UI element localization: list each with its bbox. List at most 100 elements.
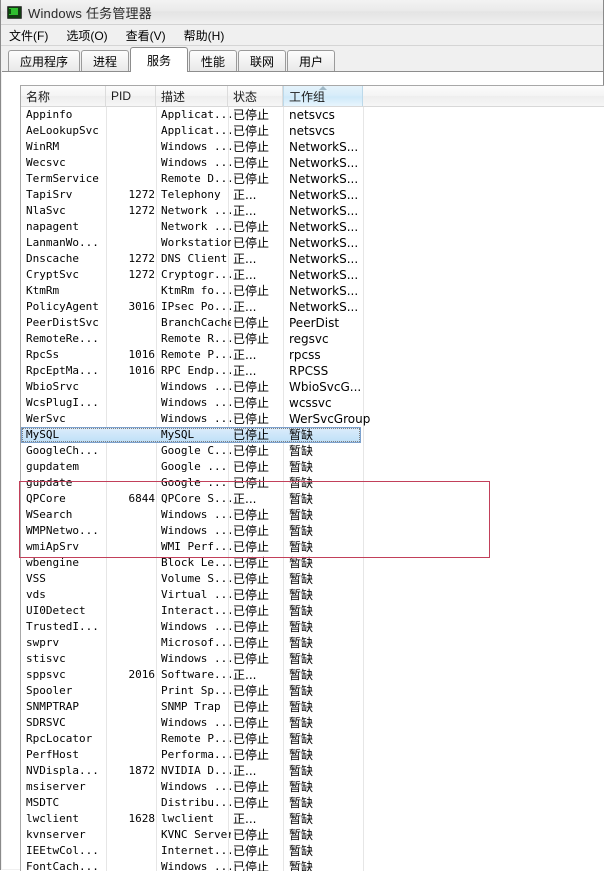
cell-service-name: gupdatem xyxy=(26,460,79,473)
table-row[interactable]: Wecsvc Windows ... 已停止 NetworkS... xyxy=(21,155,604,171)
cell-group: 暂缺 xyxy=(289,732,314,746)
table-row[interactable]: vds Virtual ... 已停止 暂缺 xyxy=(21,587,604,603)
table-row[interactable]: Spooler Print Sp... 已停止 暂缺 xyxy=(21,683,604,699)
table-row[interactable]: MySQL MySQL 已停止 暂缺 xyxy=(21,427,604,443)
table-row[interactable]: RpcEptMa... 1016 RPC Endp... 正... RPCSS xyxy=(21,363,604,379)
table-row[interactable]: PeerDistSvc BranchCache 已停止 PeerDist xyxy=(21,315,604,331)
table-row[interactable]: IEEtwCol... Internet... 已停止 暂缺 xyxy=(21,843,604,859)
cell-description: Remote R... xyxy=(161,332,231,345)
cell-status: 已停止 xyxy=(233,476,270,490)
table-row[interactable]: WcsPlugI... Windows ... 已停止 wcssvc xyxy=(21,395,604,411)
table-row[interactable]: KtmRm KtmRm fo... 已停止 NetworkS... xyxy=(21,283,604,299)
cell-pid xyxy=(111,475,155,491)
cell-service-name: PeerDistSvc xyxy=(26,316,99,329)
table-row[interactable]: WSearch Windows ... 已停止 暂缺 xyxy=(21,507,604,523)
table-row[interactable]: TermService Remote D... 已停止 NetworkS... xyxy=(21,171,604,187)
cell-description: Remote P... xyxy=(161,732,231,745)
menu-bar: 文件(F) 选项(O) 查看(V) 帮助(H) xyxy=(1,25,603,45)
table-row[interactable]: RpcSs 1016 Remote P... 正... rpcss xyxy=(21,347,604,363)
table-row[interactable]: PerfHost Performa... 已停止 暂缺 xyxy=(21,747,604,763)
table-row[interactable]: NVDispla... 1872 NVIDIA D... 正... 暂缺 xyxy=(21,763,604,779)
cell-group: 暂缺 xyxy=(289,444,314,458)
table-row[interactable]: GoogleCh... Google C... 已停止 暂缺 xyxy=(21,443,604,459)
table-row[interactable]: WMPNetwo... Windows ... 已停止 暂缺 xyxy=(21,523,604,539)
table-row[interactable]: TrustedI... Windows ... 已停止 暂缺 xyxy=(21,619,604,635)
tab-users[interactable]: 用户 xyxy=(287,50,335,71)
table-row[interactable]: WinRM Windows ... 已停止 NetworkS... xyxy=(21,139,604,155)
table-row[interactable]: gupdate Google ... 已停止 暂缺 xyxy=(21,475,604,491)
tab-applications[interactable]: 应用程序 xyxy=(8,50,80,71)
table-row[interactable]: MSDTC Distribu... 已停止 暂缺 xyxy=(21,795,604,811)
cell-status: 已停止 xyxy=(233,316,270,330)
table-row[interactable]: LanmanWo... Workstation 已停止 NetworkS... xyxy=(21,235,604,251)
table-row[interactable]: SDRSVC Windows ... 已停止 暂缺 xyxy=(21,715,604,731)
table-row[interactable]: Appinfo Applicat... 已停止 netsvcs xyxy=(21,107,604,123)
cell-service-name: AeLookupSvc xyxy=(26,124,99,137)
cell-pid xyxy=(111,699,155,715)
cell-description: Block Le... xyxy=(161,556,231,569)
table-row[interactable]: VSS Volume S... 已停止 暂缺 xyxy=(21,571,604,587)
table-row[interactable]: RemoteRe... Remote R... 已停止 regsvc xyxy=(21,331,604,347)
cell-service-name: WinRM xyxy=(26,140,60,153)
cell-status: 已停止 xyxy=(233,380,270,394)
cell-service-name: WbioSrvc xyxy=(26,380,79,393)
table-row[interactable]: WerSvc Windows ... 已停止 WerSvcGroup xyxy=(21,411,604,427)
table-row[interactable]: PolicyAgent 3016 IPsec Po... 正... NetworkS..… xyxy=(21,299,604,315)
cell-service-name: MySQL xyxy=(26,428,60,441)
column-header-name[interactable]: 名称 xyxy=(21,86,106,106)
cell-pid: 2016 xyxy=(128,668,156,681)
cell-description: Windows ... xyxy=(161,396,231,409)
table-row[interactable]: FontCach... Windows ... 已停止 暂缺 xyxy=(21,859,604,871)
tab-performance[interactable]: 性能 xyxy=(189,50,237,71)
menu-item-help[interactable]: 帮助(H) xyxy=(184,26,234,45)
menu-item-view[interactable]: 查看(V) xyxy=(126,26,175,45)
table-row[interactable]: CryptSvc 1272 Cryptogr... 正... NetworkS... xyxy=(21,267,604,283)
cell-status: 正... xyxy=(233,300,257,314)
table-row[interactable]: AeLookupSvc Applicat... 已停止 netsvcs xyxy=(21,123,604,139)
cell-service-name: VSS xyxy=(26,572,46,585)
cell-service-name: LanmanWo... xyxy=(26,236,99,249)
table-row[interactable]: wbengine Block Le... 已停止 暂缺 xyxy=(21,555,604,571)
table-row[interactable]: gupdatem Google ... 已停止 暂缺 xyxy=(21,459,604,475)
services-list[interactable]: 名称 PID 描述 状态 工作组 Appinfo Applicat... 已停止 ne… xyxy=(20,85,604,871)
table-row[interactable]: kvnserver KVNC Server 已停止 暂缺 xyxy=(21,827,604,843)
column-header-status[interactable]: 状态 xyxy=(228,86,283,106)
table-row[interactable]: stisvc Windows ... 已停止 暂缺 xyxy=(21,651,604,667)
cell-description: Windows ... xyxy=(161,652,231,665)
cell-pid: 1628 xyxy=(128,812,156,825)
table-row[interactable]: sppsvc 2016 Software... 正... 暂缺 xyxy=(21,667,604,683)
table-row[interactable]: NlaSvc 1272 Network ... 正... NetworkS... xyxy=(21,203,604,219)
table-row[interactable]: SNMPTRAP SNMP Trap 已停止 暂缺 xyxy=(21,699,604,715)
table-row[interactable]: lwclient 1628 lwclient 正... 暂缺 xyxy=(21,811,604,827)
tab-services[interactable]: 服务 xyxy=(130,47,188,72)
table-row[interactable]: QPCore 6844 QPCore S... 正... 暂缺 xyxy=(21,491,604,507)
table-row[interactable]: UI0Detect Interact... 已停止 暂缺 xyxy=(21,603,604,619)
cell-status: 已停止 xyxy=(233,220,270,234)
menu-item-file[interactable]: 文件(F) xyxy=(9,26,57,45)
cell-description: QPCore S... xyxy=(161,492,231,505)
cell-pid xyxy=(111,555,155,571)
cell-service-name: wbengine xyxy=(26,556,79,569)
column-header-desc[interactable]: 描述 xyxy=(156,86,228,106)
cell-group: NetworkS... xyxy=(289,140,359,154)
menu-item-options[interactable]: 选项(O) xyxy=(66,26,116,45)
table-row[interactable]: swprv Microsof... 已停止 暂缺 xyxy=(21,635,604,651)
cell-service-name: WSearch xyxy=(26,508,73,521)
tab-processes[interactable]: 进程 xyxy=(81,50,129,71)
cell-group: 暂缺 xyxy=(289,700,314,714)
column-header-group[interactable]: 工作组 xyxy=(283,86,363,106)
table-row[interactable]: msiserver Windows ... 已停止 暂缺 xyxy=(21,779,604,795)
table-row[interactable]: wmiApSrv WMI Perf... 已停止 暂缺 xyxy=(21,539,604,555)
cell-status: 已停止 xyxy=(233,684,270,698)
table-row[interactable]: Dnscache 1272 DNS Client 正... NetworkS... xyxy=(21,251,604,267)
table-row[interactable]: RpcLocator Remote P... 已停止 暂缺 xyxy=(21,731,604,747)
tab-networking[interactable]: 联网 xyxy=(238,50,286,71)
cell-status: 已停止 xyxy=(233,604,270,618)
table-row[interactable]: napagent Network ... 已停止 NetworkS... xyxy=(21,219,604,235)
cell-status: 正... xyxy=(233,668,257,682)
table-row[interactable]: TapiSrv 1272 Telephony 正... NetworkS... xyxy=(21,187,604,203)
column-header-pid[interactable]: PID xyxy=(106,86,156,106)
cell-description: Distribu... xyxy=(161,796,231,809)
cell-description: NVIDIA D... xyxy=(161,764,231,777)
table-row[interactable]: WbioSrvc Windows ... 已停止 WbioSvcG... xyxy=(21,379,604,395)
